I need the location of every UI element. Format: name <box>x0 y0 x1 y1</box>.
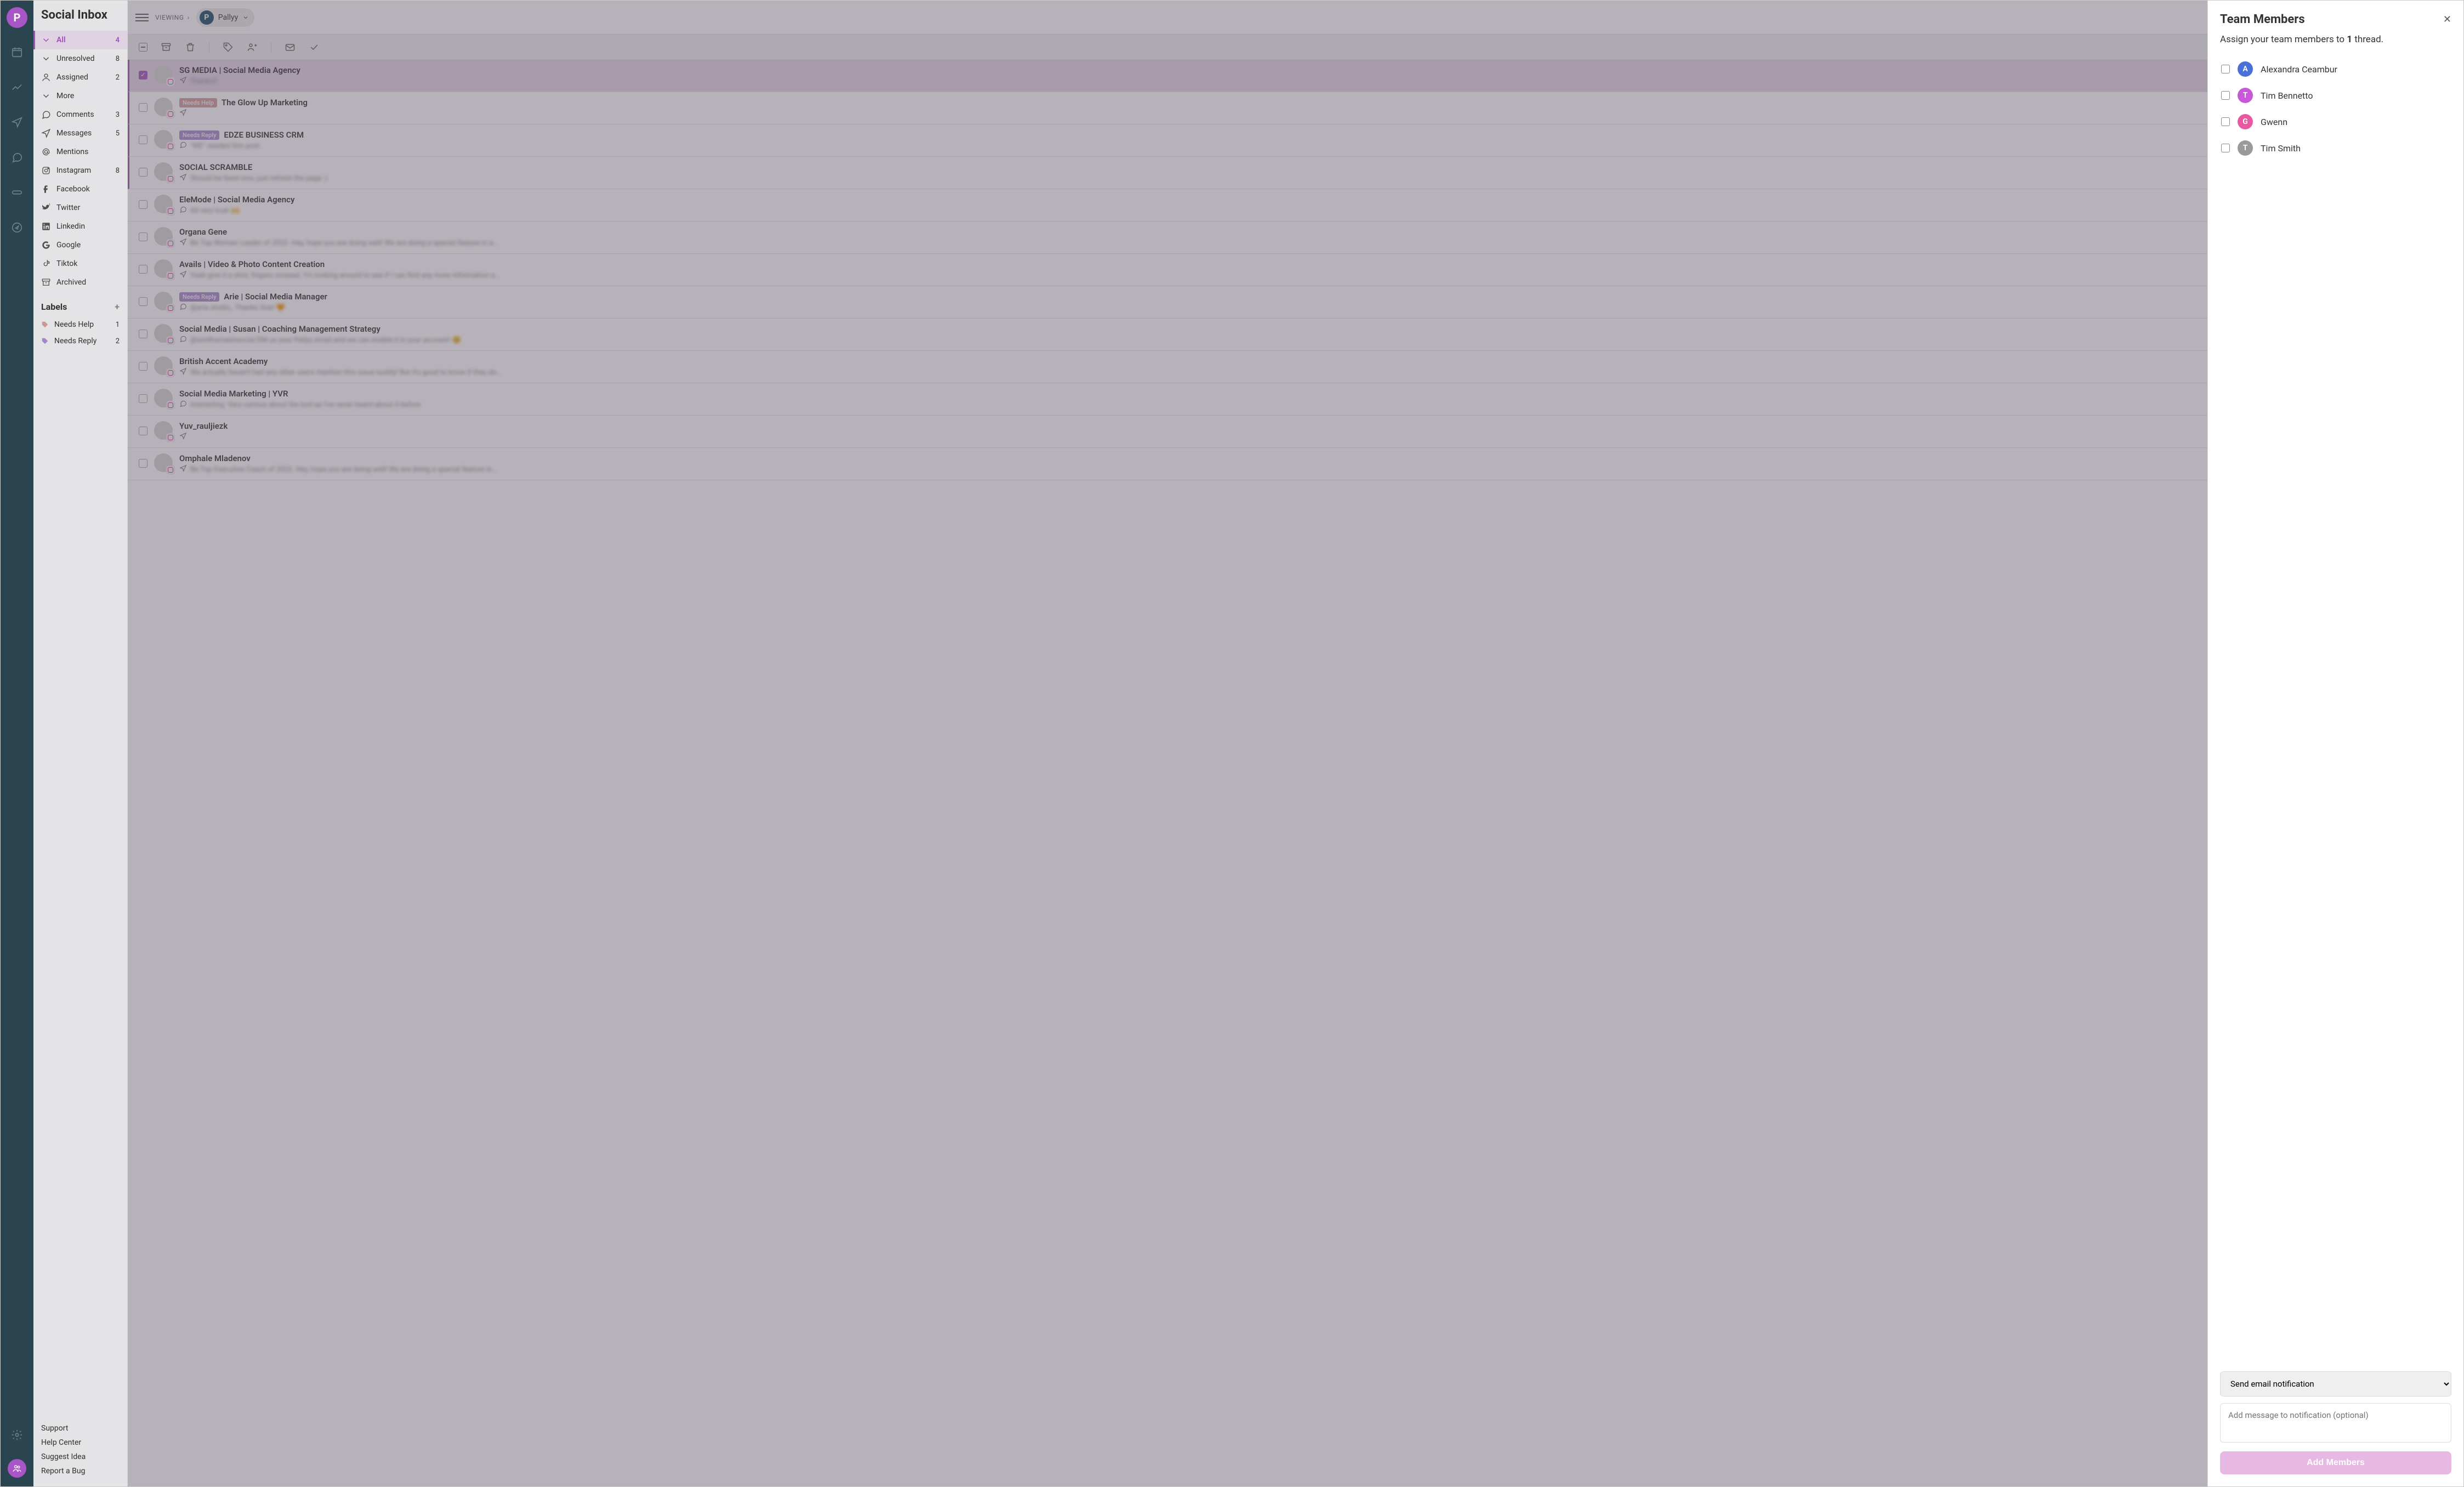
sidebar-item-archived[interactable]: Archived <box>33 273 127 292</box>
team-icon[interactable] <box>8 1459 26 1478</box>
sidebar-item-label: Google <box>56 241 81 249</box>
member-row[interactable]: T Tim Smith <box>2220 135 2451 161</box>
comment-icon <box>41 110 51 120</box>
member-name: Tim Smith <box>2261 143 2301 154</box>
member-row[interactable]: G Gwenn <box>2220 109 2451 135</box>
app-logo[interactable]: P <box>7 7 27 28</box>
sidebar-item-label: Unresolved <box>56 54 94 63</box>
panel-title: Team Members <box>2220 13 2305 26</box>
sidebar-item-assigned[interactable]: Assigned 2 <box>33 68 127 87</box>
user-icon <box>41 72 51 82</box>
calendar-icon[interactable] <box>6 41 28 63</box>
notification-message[interactable] <box>2220 1403 2451 1443</box>
footer-link[interactable]: Suggest Idea <box>41 1452 120 1461</box>
chevron-down-icon <box>41 91 51 101</box>
sidebar-item-count: 8 <box>116 55 120 63</box>
sidebar-item-label: All <box>56 36 66 44</box>
team-members-panel: Team Members ✕ Assign your team members … <box>2207 1 2463 1486</box>
tiktok-icon <box>41 259 51 269</box>
label-name: Needs Reply <box>54 337 96 345</box>
member-avatar: T <box>2238 140 2253 156</box>
sidebar-item-twitter[interactable]: Twitter <box>33 198 127 217</box>
label-count: 2 <box>116 337 120 345</box>
sidebar-item-mentions[interactable]: Mentions <box>33 143 127 161</box>
sidebar-item-count: 4 <box>116 36 120 44</box>
twitter-icon <box>41 203 51 213</box>
sidebar-item-label: Comments <box>56 110 94 119</box>
panel-subtitle: Assign your team members to 1 thread. <box>2220 34 2451 45</box>
chat-icon[interactable] <box>6 146 28 168</box>
sidebar-item-label: Assigned <box>56 73 88 82</box>
sidebar-item-tiktok[interactable]: Tiktok <box>33 254 127 273</box>
send-icon <box>41 128 51 138</box>
member-checkbox[interactable] <box>2221 91 2230 100</box>
sidebar-item-instagram[interactable]: Instagram 8 <box>33 161 127 180</box>
chevron-down-icon <box>41 35 51 45</box>
sidebar-item-label: Linkedin <box>56 222 85 231</box>
send-icon[interactable] <box>6 111 28 133</box>
label-item[interactable]: Needs Help 1 <box>33 316 127 333</box>
label-item[interactable]: Needs Reply 2 <box>33 333 127 349</box>
add-members-button[interactable]: Add Members <box>2220 1451 2451 1474</box>
labels-header: Labels <box>41 302 67 312</box>
member-name: Gwenn <box>2261 117 2287 127</box>
label-name: Needs Help <box>54 320 94 329</box>
sidebar-item-count: 2 <box>116 73 120 82</box>
sidebar-item-google[interactable]: Google <box>33 236 127 254</box>
sidebar-item-label: Archived <box>56 278 86 287</box>
footer-link[interactable]: Support <box>41 1424 120 1433</box>
settings-icon[interactable] <box>6 1424 28 1446</box>
footer-link[interactable]: Help Center <box>41 1438 120 1447</box>
tag-icon <box>41 337 49 345</box>
member-row[interactable]: A Alexandra Ceambur <box>2220 56 2451 82</box>
close-icon[interactable]: ✕ <box>2443 14 2451 25</box>
main: VIEWING› P Pallyy SG MEDIA | Social Medi… <box>128 1 2207 1486</box>
linkedin-icon <box>41 222 51 231</box>
add-label-icon[interactable]: + <box>115 302 120 312</box>
sidebar-item-label: Twitter <box>56 203 80 212</box>
sidebar-item-label: Facebook <box>56 185 90 194</box>
sidebar-item-label: Mentions <box>56 147 88 156</box>
sidebar-item-label: Instagram <box>56 166 91 175</box>
sidebar-item-linkedin[interactable]: Linkedin <box>33 217 127 236</box>
google-icon <box>41 240 51 250</box>
facebook-icon <box>41 184 51 194</box>
sidebar-item-all[interactable]: All 4 <box>33 31 127 49</box>
sidebar-item-messages[interactable]: Messages 5 <box>33 124 127 143</box>
modal-overlay[interactable] <box>128 1 2207 1486</box>
member-avatar: A <box>2238 61 2253 77</box>
archive-icon <box>41 277 51 287</box>
page-title: Social Inbox <box>33 8 127 31</box>
explore-icon[interactable] <box>6 217 28 239</box>
instagram-icon <box>41 166 51 175</box>
chevron-down-icon <box>41 54 51 64</box>
sidebar-item-more[interactable]: More <box>33 87 127 105</box>
member-name: Tim Bennetto <box>2261 90 2313 101</box>
member-avatar: G <box>2238 114 2253 129</box>
sidebar: Social Inbox All 4 Unresolved 8 Assigned 2 Mor… <box>33 1 128 1486</box>
at-icon <box>41 147 51 157</box>
analytics-icon[interactable] <box>6 76 28 98</box>
sidebar-item-label: Tiktok <box>56 259 77 268</box>
sidebar-item-comments[interactable]: Comments 3 <box>33 105 127 124</box>
nav-rail: P <box>1 1 33 1486</box>
notification-select[interactable]: Send email notification <box>2220 1371 2451 1397</box>
member-avatar: T <box>2238 88 2253 103</box>
member-name: Alexandra Ceambur <box>2261 64 2337 75</box>
tag-icon <box>41 321 49 328</box>
sidebar-item-count: 3 <box>116 111 120 119</box>
sidebar-item-facebook[interactable]: Facebook <box>33 180 127 198</box>
label-count: 1 <box>116 321 120 329</box>
sidebar-item-unresolved[interactable]: Unresolved 8 <box>33 49 127 68</box>
link-icon[interactable] <box>6 181 28 203</box>
member-row[interactable]: T Tim Bennetto <box>2220 82 2451 109</box>
sidebar-item-label: More <box>56 92 74 100</box>
sidebar-item-count: 8 <box>116 167 120 175</box>
member-checkbox[interactable] <box>2221 117 2230 126</box>
sidebar-item-label: Messages <box>56 129 92 138</box>
member-checkbox[interactable] <box>2221 144 2230 152</box>
member-checkbox[interactable] <box>2221 65 2230 73</box>
sidebar-item-count: 5 <box>116 129 120 138</box>
footer-link[interactable]: Report a Bug <box>41 1467 120 1475</box>
